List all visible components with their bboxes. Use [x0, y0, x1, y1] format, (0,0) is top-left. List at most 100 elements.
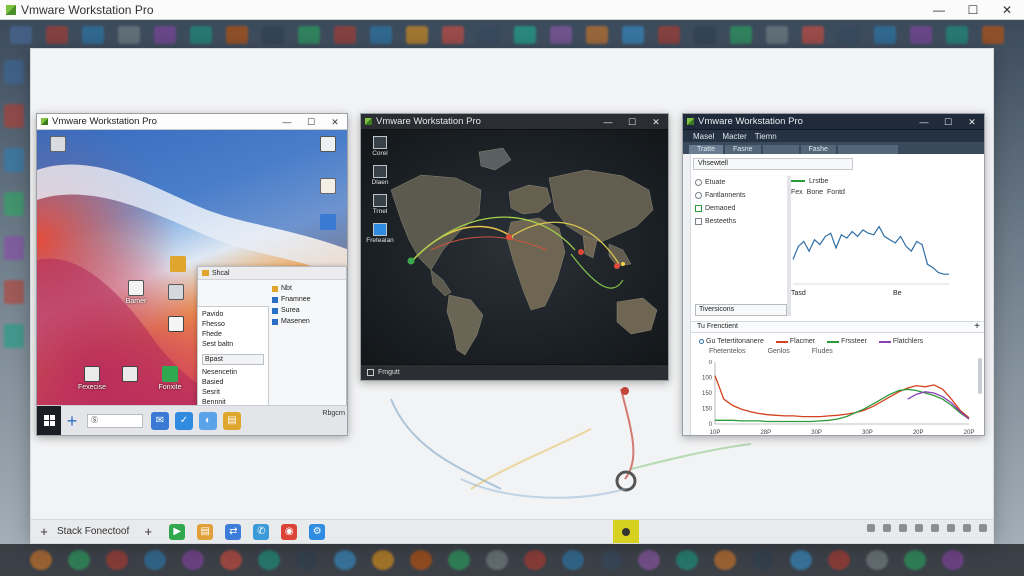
minimize-button[interactable]: — [596, 114, 620, 130]
taskbar-search-input[interactable]: Ⓢ [87, 413, 143, 428]
edge-icon[interactable]: ✓ [175, 411, 193, 430]
tab[interactable]: Fashe [800, 145, 836, 154]
tray-icon[interactable] [899, 524, 907, 532]
close-button[interactable]: ✕ [990, 0, 1024, 20]
maximize-button[interactable]: ☐ [956, 0, 990, 20]
tray-highlight[interactable] [613, 520, 639, 543]
desktop-icon[interactable] [115, 366, 145, 384]
sidebar-item[interactable]: Fretealan [365, 223, 395, 244]
tree-item[interactable]: Etuate [695, 176, 787, 189]
maximize-button[interactable]: ☐ [299, 114, 323, 130]
dropdown-select[interactable]: Tiversicons [695, 304, 787, 316]
start-search-input[interactable]: Bpast [202, 354, 264, 365]
blurred-app-icon [406, 26, 428, 44]
sidebar-item[interactable]: Dlaen [365, 165, 395, 186]
add-icon[interactable]: + [61, 406, 83, 436]
menu-item[interactable]: Sest baltn [202, 340, 264, 350]
map-marker-icon[interactable] [407, 257, 415, 265]
tray-icon[interactable] [867, 524, 875, 532]
vm-titlebar[interactable]: Vmware Workstation Pro — ☐ ✕ [361, 114, 668, 130]
maximize-button[interactable]: ☐ [936, 114, 960, 130]
tray-icon[interactable] [883, 524, 891, 532]
list-item[interactable]: Fnamnee [272, 294, 344, 305]
explorer-address: Shcal [212, 269, 230, 277]
desktop-icon[interactable] [43, 136, 73, 154]
vm-titlebar[interactable]: Vmware Workstation Pro — ☐ ✕ [37, 114, 347, 130]
phone-icon[interactable]: ✆ [253, 523, 270, 540]
close-button[interactable]: ✕ [323, 114, 347, 130]
sidebar-item[interactable]: Trnel [365, 194, 395, 215]
add-icon[interactable]: + [974, 322, 980, 332]
map-marker-icon[interactable] [578, 249, 584, 255]
vm-window-map[interactable]: Vmware Workstation Pro — ☐ ✕ Corel Dlaen… [360, 113, 669, 381]
tab[interactable] [762, 145, 799, 154]
menu-item[interactable]: Basied [202, 378, 264, 388]
desktop-icon[interactable] [313, 214, 343, 232]
sidebar-item[interactable]: Corel [365, 136, 395, 157]
store-icon[interactable]: ◐ [199, 411, 217, 430]
workspace-start-button[interactable]: + [37, 524, 51, 539]
desktop-icon[interactable]: Fonxite [155, 366, 185, 392]
legend-swatch [775, 340, 788, 343]
file-icon [272, 318, 278, 325]
world-map-view[interactable]: Corel Dlaen Trnel Fretealan [361, 130, 668, 366]
tree-item-label: Etuate [705, 179, 726, 186]
desktop-icon[interactable] [313, 136, 343, 154]
close-button[interactable]: ✕ [644, 114, 668, 130]
tree-item[interactable]: Besteeths [695, 215, 787, 228]
tree-item[interactable]: Fantlannents [695, 189, 787, 202]
explorer-address-bar[interactable]: Shcal [198, 267, 346, 280]
menu-item[interactable]: Nesencetin [202, 368, 264, 378]
search-input[interactable]: Vhsewtell [693, 158, 853, 170]
tray-icon[interactable] [963, 524, 971, 532]
vm-window-desktop[interactable]: Vmware Workstation Pro — ☐ ✕ Bamer Fexec… [36, 113, 348, 436]
map-marker-icon[interactable] [506, 234, 512, 240]
desktop-icon[interactable]: Bamer [121, 280, 151, 306]
terminal-icon[interactable]: ▶ [169, 523, 186, 540]
desktop-icon[interactable] [161, 316, 191, 334]
menu-item[interactable]: Pavido [202, 310, 264, 320]
tab[interactable]: Tratte [689, 145, 724, 154]
folder-icon[interactable]: ▤ [197, 523, 214, 540]
vm-titlebar[interactable]: Vmware Workstation Pro — ☐ ✕ [683, 114, 984, 130]
menu-item[interactable]: Sesrit [202, 388, 264, 398]
tab[interactable] [837, 145, 898, 154]
menu-item[interactable]: Tiemn [755, 132, 777, 141]
workspace-add-button[interactable]: + [141, 524, 155, 539]
tray-icon[interactable] [947, 524, 955, 532]
minimize-button[interactable]: — [912, 114, 936, 130]
desktop-icon[interactable] [313, 178, 343, 196]
tray-icon[interactable] [931, 524, 939, 532]
tray-icon[interactable] [915, 524, 923, 532]
settings-icon[interactable]: ⚙ [309, 523, 326, 540]
minimize-button[interactable]: — [922, 0, 956, 20]
guest-desktop[interactable]: Bamer Fexecise Fonxite Shcal Nbt Fnamnee… [37, 130, 347, 407]
windows-start-button[interactable] [37, 405, 61, 435]
list-item[interactable]: Surea [272, 305, 344, 316]
network-icon[interactable]: ⇄ [225, 523, 242, 540]
menu-item[interactable]: Masel [693, 132, 714, 141]
minimize-button[interactable]: — [275, 114, 299, 130]
tab[interactable]: Fasne [725, 145, 761, 154]
desktop-icon[interactable] [161, 284, 191, 302]
series-line-flacmer [714, 375, 970, 419]
section-header[interactable]: Tu Frenctient + [691, 321, 984, 333]
tree-item[interactable]: Demaoed [695, 202, 787, 215]
desktop-icon[interactable]: Fexecise [77, 366, 107, 392]
close-button[interactable]: ✕ [960, 114, 984, 130]
legend-item: Flatchlers [878, 338, 923, 345]
desktop-icon[interactable] [163, 256, 193, 274]
map-marker-icon[interactable] [614, 263, 620, 269]
start-menu[interactable]: Pavido Fhesso Fhede Sest baltn Bpast Nes… [197, 306, 269, 407]
menu-item[interactable]: Fhesso [202, 320, 264, 330]
chrome-icon[interactable]: ◉ [281, 523, 298, 540]
menu-item[interactable]: Macter [722, 132, 746, 141]
tray-icon[interactable] [979, 524, 987, 532]
vm-window-analytics[interactable]: Vmware Workstation Pro — ☐ ✕ Masel Macte… [682, 113, 985, 436]
folder-icon[interactable]: ▤ [223, 411, 241, 430]
menu-item[interactable]: Fhede [202, 330, 264, 340]
mail-icon[interactable]: ✉ [151, 411, 169, 430]
list-item[interactable]: Masenen [272, 316, 344, 327]
chart-scrollbar[interactable] [978, 358, 982, 394]
maximize-button[interactable]: ☐ [620, 114, 644, 130]
